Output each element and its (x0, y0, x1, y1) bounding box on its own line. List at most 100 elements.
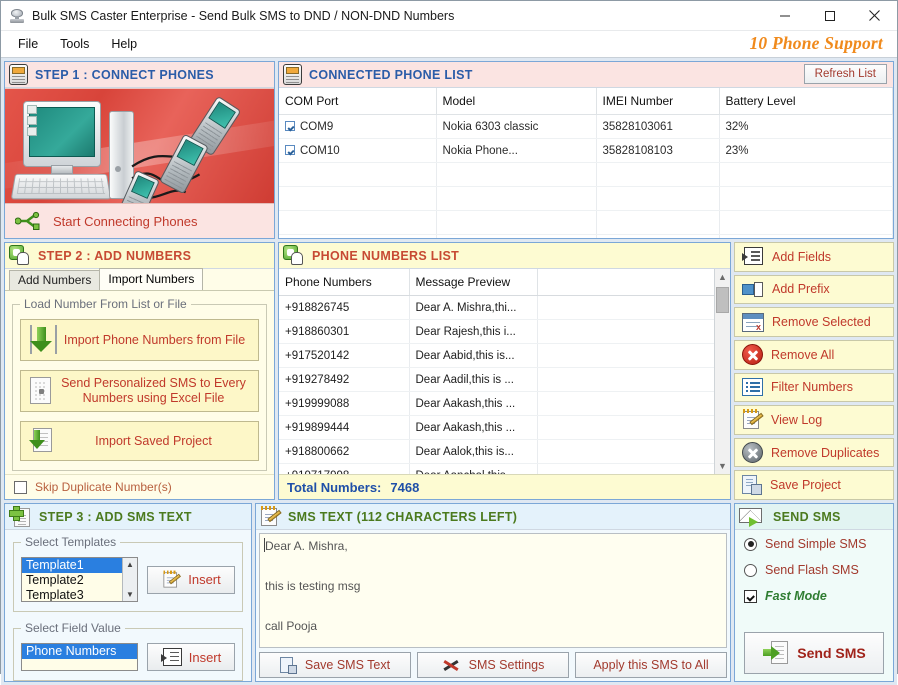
add-prefix-button[interactable]: Add Prefix (734, 274, 894, 305)
phone-numbers-header: PHONE NUMBERS LIST (279, 243, 730, 269)
radio-send-simple-sms[interactable] (744, 537, 757, 551)
connected-phones-grid[interactable]: COM Port Model IMEI Number Battery Level… (279, 88, 893, 238)
cell-preview: Dear Aalok,this is... (409, 439, 538, 464)
skip-duplicates-label: Skip Duplicate Number(s) (35, 480, 172, 494)
spinner-up-icon[interactable]: ▲ (126, 560, 134, 569)
insert-field-button[interactable]: Insert (147, 643, 235, 671)
cell-number: +918860301 (279, 319, 410, 344)
insert-template-button[interactable]: Insert (147, 565, 235, 594)
col-com-port: COM Port (279, 88, 437, 115)
remove-all-button[interactable]: Remove All (734, 339, 894, 370)
save-project-label: Save Project (770, 478, 841, 493)
skip-duplicates-checkbox[interactable] (14, 480, 27, 494)
close-button[interactable] (852, 1, 897, 30)
sms-settings-button[interactable]: SMS Settings (417, 652, 569, 678)
col-phone-numbers: Phone Numbers (279, 269, 410, 296)
send-sms-button[interactable]: Send SMS (744, 632, 884, 674)
view-log-button[interactable]: View Log (734, 405, 894, 435)
import-saved-project-button[interactable]: Import Saved Project (20, 421, 259, 461)
fast-mode-option[interactable]: Fast Mode (744, 589, 884, 603)
add-fields-button[interactable]: Add Fields (734, 242, 894, 272)
list-item[interactable]: +918826745 Dear A. Mishra,thi... (279, 295, 730, 320)
list-item[interactable]: +919278492 Dear Aadil,this is ... (279, 367, 730, 392)
com-port-value: COM9 (300, 120, 334, 133)
menu-tools[interactable]: Tools (49, 31, 100, 57)
row-numbers: STEP 2 : ADD NUMBERS Add Numbers Import … (4, 242, 894, 500)
step1-title: STEP 1 : CONNECT PHONES (35, 67, 214, 82)
save-sms-text-label: Save SMS Text (304, 658, 391, 672)
template-option-1[interactable]: Template1 (22, 558, 137, 573)
numbers-vertical-scrollbar[interactable]: ▲ ▼ (714, 269, 730, 474)
table-row-empty[interactable] (279, 234, 893, 238)
templates-listbox[interactable]: Template1 Template2 Template3 ▲ ▼ (21, 557, 138, 602)
checkbox-fast-mode[interactable] (744, 589, 757, 603)
cell-preview: Dear Rajesh,this i... (409, 319, 538, 344)
window-controls (762, 1, 897, 30)
row-checkbox[interactable] (285, 120, 295, 131)
maximize-button[interactable] (807, 1, 852, 30)
tools-hammer-wrench-icon (442, 657, 461, 674)
field-option-phone-numbers[interactable]: Phone Numbers (22, 644, 137, 659)
sms-text-input[interactable]: Dear A. Mishra, this is testing msg call… (259, 533, 727, 648)
start-connecting-phones-button[interactable]: Start Connecting Phones (5, 203, 274, 238)
table-row[interactable]: COM9 Nokia 6303 classic 35828103061 32% (279, 114, 893, 139)
row-checkbox[interactable] (285, 144, 295, 155)
remove-all-label: Remove All (771, 347, 835, 362)
cell-com-port[interactable]: COM10 (279, 138, 437, 163)
filter-list-icon (742, 378, 763, 397)
filter-numbers-button[interactable]: Filter Numbers (734, 372, 894, 403)
total-numbers-value: 7468 (390, 479, 420, 495)
numbers-tools-column: Add Fields Add Prefix x Remove Selected … (734, 242, 894, 500)
list-item[interactable]: +917520142 Dear Aabid,this is... (279, 343, 730, 368)
select-field-value-legend: Select Field Value (25, 621, 121, 635)
cell-com-port[interactable]: COM9 (279, 114, 437, 139)
table-row-empty[interactable] (279, 210, 893, 235)
remove-selected-button[interactable]: x Remove Selected (734, 307, 894, 337)
tab-import-numbers[interactable]: Import Numbers (99, 268, 204, 290)
template-option-2[interactable]: Template2 (22, 573, 137, 588)
minimize-button[interactable] (762, 1, 807, 30)
list-item[interactable]: +919899444 Dear Aakash,this ... (279, 415, 730, 440)
start-connecting-phones-label: Start Connecting Phones (53, 213, 198, 229)
skip-duplicates-row[interactable]: Skip Duplicate Number(s) (5, 474, 274, 499)
list-item[interactable]: +918800662 Dear Aalok,this is... (279, 439, 730, 464)
green-page-cursor-icon (9, 245, 31, 266)
notepad-pencil-icon (260, 506, 282, 527)
scroll-up-arrow-icon[interactable]: ▲ (715, 269, 730, 285)
list-item[interactable]: +919717998Dear Aanchal,this... (279, 463, 730, 474)
send-simple-sms-option[interactable]: Send Simple SMS (744, 537, 884, 551)
panel-step1-connect-phones: STEP 1 : CONNECT PHONES Start Connecting… (4, 61, 275, 239)
save-sms-text-button[interactable]: Save SMS Text (259, 652, 411, 678)
scrollbar-thumb[interactable] (716, 287, 729, 313)
view-log-label: View Log (771, 412, 823, 427)
menu-bar: File Tools Help 10 Phone Support (1, 31, 897, 58)
import-phone-numbers-from-file-button[interactable]: Import Phone Numbers from File (20, 319, 259, 361)
template-option-3[interactable]: Template3 (22, 588, 137, 601)
import-saved-project-label: Import Saved Project (95, 433, 212, 448)
cell-number: +919278492 (279, 367, 410, 392)
spinner-down-icon[interactable]: ▼ (126, 590, 134, 599)
remove-duplicates-button[interactable]: Remove Duplicates (734, 437, 894, 468)
list-item[interactable]: +919999088 Dear Aakash,this ... (279, 391, 730, 416)
save-project-button[interactable]: Save Project (734, 470, 894, 500)
save-disk-icon (279, 656, 297, 674)
send-personalized-sms-excel-button[interactable]: Send Personalized SMS to Every Numbers u… (20, 370, 259, 412)
tab-add-numbers[interactable]: Add Numbers (9, 270, 101, 290)
green-plus-page-icon (9, 505, 32, 528)
radio-send-flash-sms[interactable] (744, 563, 757, 577)
refresh-list-button[interactable]: Refresh List (803, 64, 887, 84)
send-flash-sms-option[interactable]: Send Flash SMS (744, 563, 884, 577)
table-row[interactable]: COM10 Nokia Phone... 35828108103 23% (279, 138, 893, 163)
field-value-listbox[interactable]: Phone Numbers (21, 643, 138, 671)
total-numbers-label: Total Numbers: (287, 479, 382, 495)
menu-file[interactable]: File (7, 31, 49, 57)
list-item[interactable]: +918860301 Dear Rajesh,this i... (279, 319, 730, 344)
table-row-empty[interactable] (279, 186, 893, 211)
scroll-down-arrow-icon[interactable]: ▼ (715, 458, 730, 474)
phone-numbers-grid[interactable]: Phone Numbers Message Preview +918826745… (279, 269, 730, 474)
menu-help[interactable]: Help (100, 31, 148, 57)
templates-scroll-spinner[interactable]: ▲ ▼ (122, 558, 137, 601)
sms-line-4 (265, 596, 721, 616)
table-row-empty[interactable] (279, 162, 893, 187)
apply-sms-to-all-button[interactable]: Apply this SMS to All (575, 652, 727, 678)
